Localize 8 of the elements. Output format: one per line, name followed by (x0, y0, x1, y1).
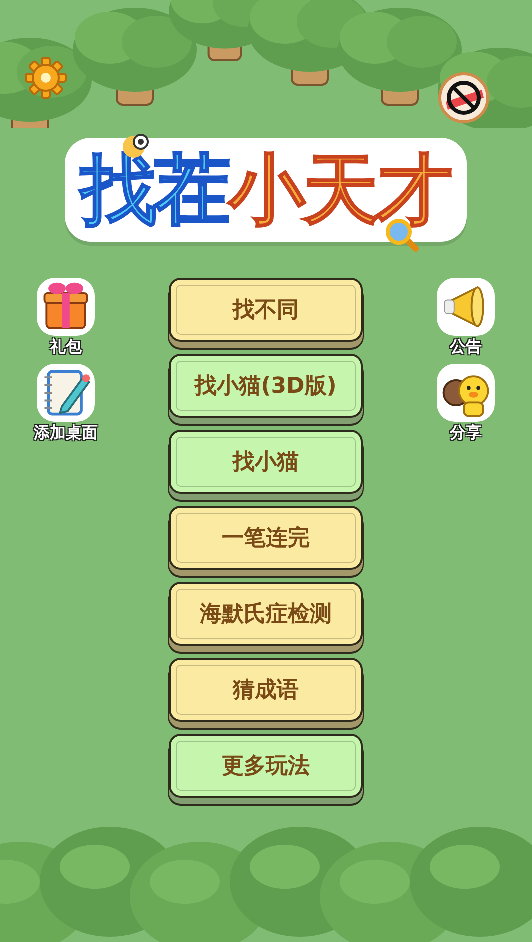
notebook-icon (37, 364, 95, 422)
no-ads-icon (438, 72, 490, 124)
gift-icon (37, 278, 95, 336)
no-ads-button[interactable] (438, 72, 490, 124)
settings-icon (24, 56, 68, 100)
megaphone-icon (437, 278, 495, 336)
settings-button[interactable] (24, 56, 68, 100)
friends-icon (437, 364, 495, 422)
